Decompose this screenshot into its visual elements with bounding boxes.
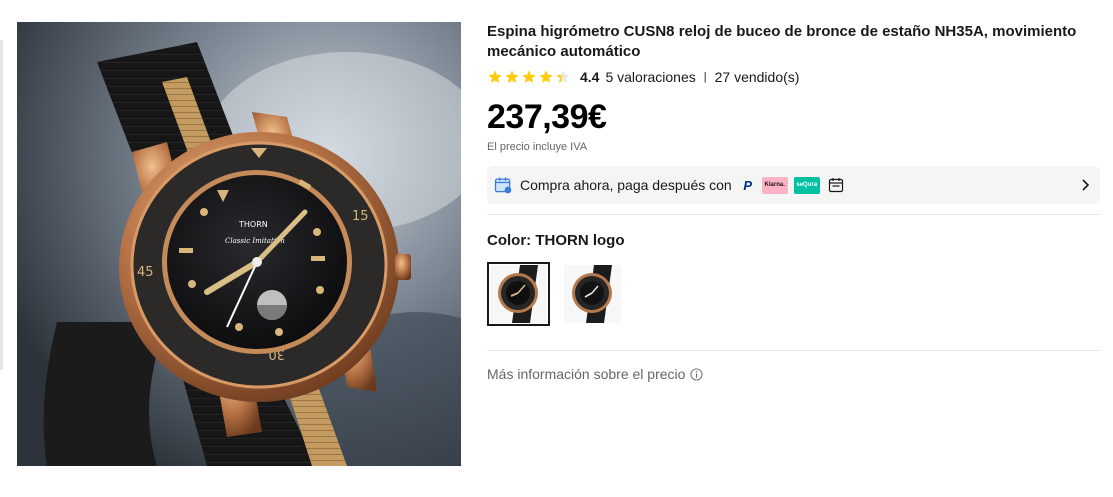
klarna-logo: Klarna. (761, 176, 788, 194)
paypal-logo: P (743, 177, 753, 193)
sold-count: 27 vendido(s) (714, 69, 800, 85)
svg-text:45: 45 (137, 265, 154, 280)
swatch-thorn-logo[interactable] (487, 262, 550, 326)
dial-brand: THORN (238, 220, 268, 229)
star-rating (487, 69, 571, 85)
star-icon (505, 70, 519, 83)
star-icon (539, 70, 553, 83)
star-half-icon (556, 70, 570, 83)
buy-now-pay-later-banner[interactable]: Compra ahora, paga después con P Klarna.… (487, 166, 1100, 204)
swatch-no-logo[interactable] (561, 262, 624, 326)
star-icon (522, 70, 536, 83)
svg-text:15: 15 (352, 209, 369, 224)
tax-note: El precio incluye IVA (487, 141, 588, 153)
previous-image-edge (0, 40, 3, 370)
rating-separator: | (703, 71, 707, 83)
bnpl-text: Compra ahora, paga después con (520, 177, 732, 193)
calendar-icon (828, 178, 843, 193)
sequra-logo: seQura (793, 176, 820, 194)
rating-value: 4.4 (580, 69, 600, 85)
product-title: Espina higrómetro CUSN8 reloj de buceo d… (487, 23, 1077, 60)
reviews-link[interactable]: 5 valoraciones (605, 69, 695, 85)
rating-row[interactable]: 4.4 5 valoraciones | 27 vendido(s) (487, 68, 1100, 86)
divider (487, 350, 1100, 351)
divider (487, 214, 1100, 215)
product-price: 237,39€ (487, 98, 607, 136)
star-icon (488, 70, 502, 83)
price-info-text: Más información sobre el precio (487, 366, 686, 382)
bnpl-calendar-icon (494, 177, 512, 194)
chevron-right-icon[interactable] (1078, 178, 1092, 192)
product-main-image[interactable]: 15 45 30 THORN Classic Imitation (17, 22, 461, 466)
price-info-link[interactable]: Más información sobre el precio (487, 366, 1100, 382)
variant-swatches (487, 262, 1100, 326)
variant-label: Color: THORN logo (487, 232, 625, 249)
info-icon (690, 367, 703, 381)
product-info-panel: Espina higrómetro CUSN8 reloj de buceo d… (487, 22, 1100, 382)
